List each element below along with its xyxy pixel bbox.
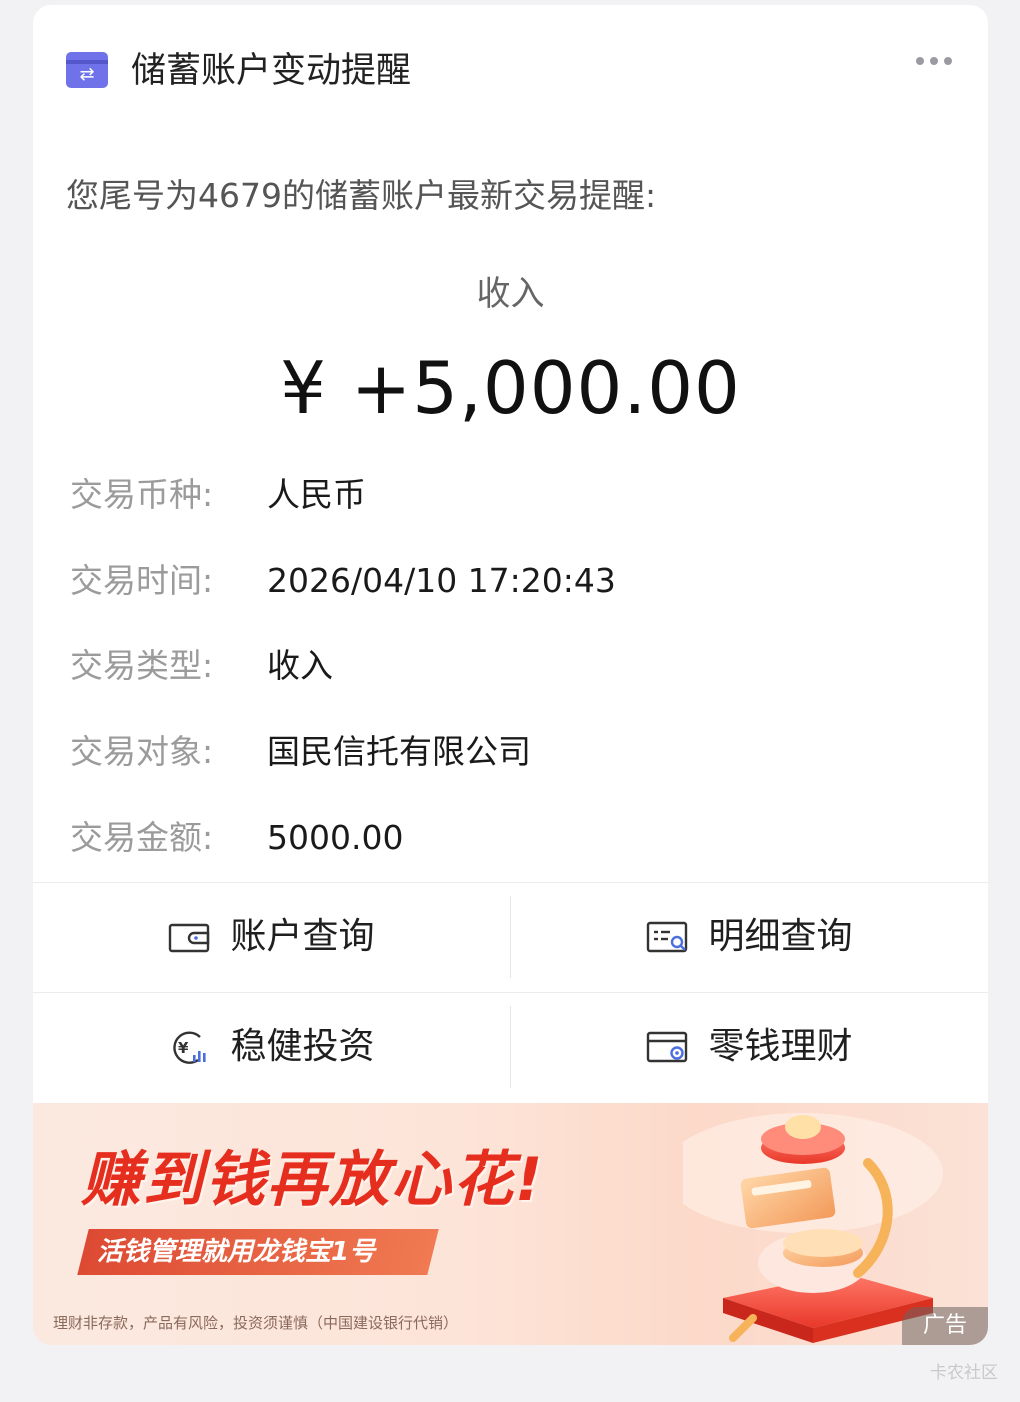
detail-label: 交易对象: xyxy=(70,732,214,771)
action-label: 零钱理财 xyxy=(708,1026,853,1067)
card-title: 储蓄账户变动提醒 xyxy=(131,51,412,91)
transaction-kind: 收入 xyxy=(476,274,545,314)
wallet-icon xyxy=(169,923,210,953)
ad-banner[interactable]: 赚到钱再放心花! 活钱管理就用龙钱宝1号 理财非存款，产品有风险，投资须谨慎（中… xyxy=(33,1103,988,1345)
notification-card: ⇄ 储蓄账户变动提醒 您尾号为4679的储蓄账户最新交易提醒: 收入 ¥ +5,… xyxy=(33,5,988,1345)
detail-value: 收入 xyxy=(267,646,333,685)
notice-intro: 您尾号为4679的储蓄账户最新交易提醒: xyxy=(66,176,657,215)
detail-label: 交易类型: xyxy=(70,646,214,685)
transaction-amount: ¥ +5,000.00 xyxy=(280,346,741,430)
detail-label: 交易时间: xyxy=(70,561,214,600)
more-dots-icon[interactable] xyxy=(916,57,952,65)
svg-text:¥: ¥ xyxy=(178,1039,189,1057)
change-finance-button[interactable]: 零钱理财 xyxy=(511,992,988,1102)
banner-disclaimer: 理财非存款，产品有风险，投资须谨慎（中国建设银行代销） xyxy=(53,1314,459,1332)
transfer-arrows-icon: ⇄ xyxy=(66,52,108,88)
detail-value: 国民信托有限公司 xyxy=(267,732,531,771)
action-label: 明细查询 xyxy=(708,916,853,957)
detail-label: 交易币种: xyxy=(70,475,214,514)
banner-slogan: 赚到钱再放心花! xyxy=(81,1145,545,1215)
quick-actions: 账户查询 明细查询 ¥ 稳健投资 零钱理财 xyxy=(33,882,988,1102)
card-add-icon xyxy=(647,1031,688,1063)
statement-query-button[interactable]: 明细查询 xyxy=(511,882,988,992)
detail-value: 5000.00 xyxy=(267,818,404,857)
detail-value: 人民币 xyxy=(267,475,366,514)
banner-subtitle: 活钱管理就用龙钱宝1号 xyxy=(97,1237,376,1267)
watermark: 卡农社区 xyxy=(930,1363,998,1383)
card-header: ⇄ 储蓄账户变动提醒 xyxy=(33,5,988,135)
action-label: 账户查询 xyxy=(230,916,375,957)
detail-label: 交易金额: xyxy=(70,818,214,857)
steady-invest-button[interactable]: ¥ 稳健投资 xyxy=(33,992,510,1102)
ad-badge: 广告 xyxy=(902,1307,988,1345)
action-label: 稳健投资 xyxy=(230,1026,375,1067)
detail-value: 2026/04/10 17:20:43 xyxy=(267,561,616,600)
statement-search-icon xyxy=(647,921,688,953)
yuan-chart-icon: ¥ xyxy=(173,1031,207,1064)
account-query-button[interactable]: 账户查询 xyxy=(33,882,510,992)
